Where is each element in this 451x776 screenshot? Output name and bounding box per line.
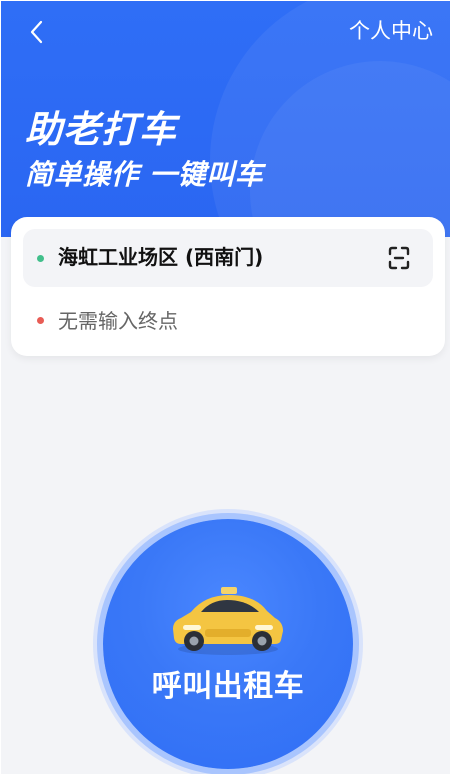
scan-icon bbox=[388, 246, 410, 270]
page-subtitle: 简单操作 一键叫车 bbox=[25, 158, 264, 191]
page-title: 助老打车 bbox=[25, 108, 177, 151]
back-button[interactable] bbox=[23, 17, 53, 47]
scan-button[interactable] bbox=[384, 243, 414, 273]
origin-field[interactable]: 海虹工业场区 (西南门) bbox=[23, 229, 433, 287]
origin-address: 海虹工业场区 (西南门) bbox=[58, 245, 264, 269]
destination-field[interactable]: 无需输入终点 bbox=[23, 301, 433, 343]
origin-dot-icon bbox=[37, 255, 44, 262]
call-taxi-label: 呼叫出租车 bbox=[151, 669, 305, 704]
profile-link[interactable]: 个人中心 bbox=[349, 17, 433, 45]
chevron-left-icon bbox=[30, 20, 43, 44]
hero-header: 个人中心 助老打车 简单操作 一键叫车 bbox=[1, 1, 450, 237]
destination-dot-icon bbox=[37, 317, 44, 324]
taxi-booking-screen: 个人中心 助老打车 简单操作 一键叫车 海虹工业场区 (西南门) 无需输入终点 bbox=[1, 1, 450, 774]
taxi-icon bbox=[173, 587, 283, 655]
route-card: 海虹工业场区 (西南门) 无需输入终点 bbox=[11, 217, 445, 356]
destination-placeholder: 无需输入终点 bbox=[58, 309, 178, 333]
call-taxi-button[interactable]: 呼叫出租车 bbox=[103, 519, 353, 769]
